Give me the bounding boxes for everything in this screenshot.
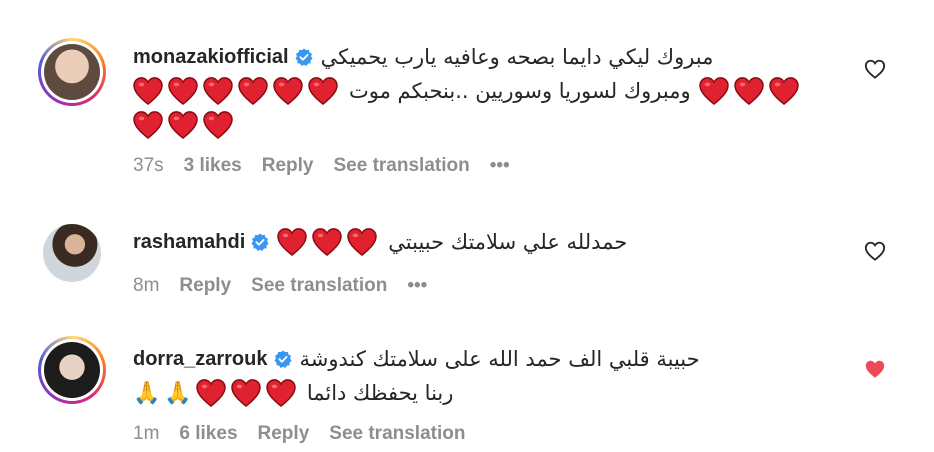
reply-button[interactable]: Reply xyxy=(262,155,314,177)
comment-dorra_zarrouk: dorra_zarrouk حبيبة قلبي الف حمد الله عل… xyxy=(0,320,934,452)
comment-text: حبيبة قلبي الف حمد الله على سلامتك كندوش… xyxy=(299,347,700,371)
heart-emoji-icon xyxy=(196,379,226,407)
comment-time[interactable]: 37s xyxy=(133,155,164,177)
avatar[interactable] xyxy=(38,336,106,404)
see-translation-button[interactable]: See translation xyxy=(251,275,387,297)
comment-username[interactable]: dorra_zarrouk xyxy=(133,342,268,376)
more-options-icon[interactable]: ••• xyxy=(407,275,427,297)
comment-likes[interactable]: 6 likes xyxy=(179,423,237,445)
heart-emoji-icon xyxy=(168,77,198,105)
heart-emoji-icon xyxy=(769,77,799,105)
comment-text-line-2: ومبروك لسوريا وسوريين ..بنحبكم موت xyxy=(349,79,691,103)
heart-emoji-icon xyxy=(203,77,233,105)
avatar[interactable] xyxy=(43,224,101,282)
heart-emoji-icon xyxy=(266,379,296,407)
reply-button[interactable]: Reply xyxy=(258,423,310,445)
heart-emoji-icon xyxy=(273,77,303,105)
heart-emoji-icon xyxy=(133,111,163,139)
folded-hands-emoji-icon: 🙏 xyxy=(133,380,161,405)
heart-emoji-icon xyxy=(231,379,261,407)
heart-emoji-icon xyxy=(277,228,307,256)
heart-emoji-icon xyxy=(308,77,338,105)
verified-badge-icon xyxy=(295,48,313,66)
heart-emoji-icon xyxy=(347,228,377,256)
avatar[interactable] xyxy=(38,38,106,106)
comment-time[interactable]: 1m xyxy=(133,423,159,445)
comment-rashamahdi: rashamahdi حمدلله علي سلامتك حبيبتي 8m R… xyxy=(0,190,934,320)
like-heart-icon[interactable] xyxy=(864,240,886,262)
like-heart-icon[interactable] xyxy=(864,58,886,80)
heart-emoji-icon xyxy=(168,111,198,139)
folded-hands-emoji-icon: 🙏 xyxy=(164,380,192,405)
like-heart-icon[interactable] xyxy=(864,358,886,380)
heart-emoji-icon xyxy=(312,228,342,256)
more-options-icon[interactable]: ••• xyxy=(490,155,510,177)
heart-emoji-icon xyxy=(203,111,233,139)
comment-likes[interactable]: 3 likes xyxy=(184,155,242,177)
verified-badge-icon xyxy=(274,350,292,368)
comment-text: مبروك ليكي دايما بصحه وعافيه يارب يحميكي xyxy=(320,45,714,69)
heart-emoji-icon xyxy=(238,77,268,105)
heart-emoji-icon xyxy=(699,77,729,105)
comment-time[interactable]: 8m xyxy=(133,275,159,297)
comment-username[interactable]: monazakiofficial xyxy=(133,40,289,74)
verified-badge-icon xyxy=(251,233,269,251)
reply-button[interactable]: Reply xyxy=(179,275,231,297)
comment-text-line-2: ربنا يحفظك دائما xyxy=(306,381,454,405)
heart-emoji-icon xyxy=(734,77,764,105)
comment-text: حمدلله علي سلامتك حبيبتي xyxy=(388,230,628,254)
see-translation-button[interactable]: See translation xyxy=(329,423,465,445)
comment-username[interactable]: rashamahdi xyxy=(133,225,245,259)
see-translation-button[interactable]: See translation xyxy=(334,155,470,177)
comment-monazakiofficial: monazakiofficial مبروك ليكي دايما بصحه و… xyxy=(0,0,934,190)
heart-emoji-icon xyxy=(133,77,163,105)
